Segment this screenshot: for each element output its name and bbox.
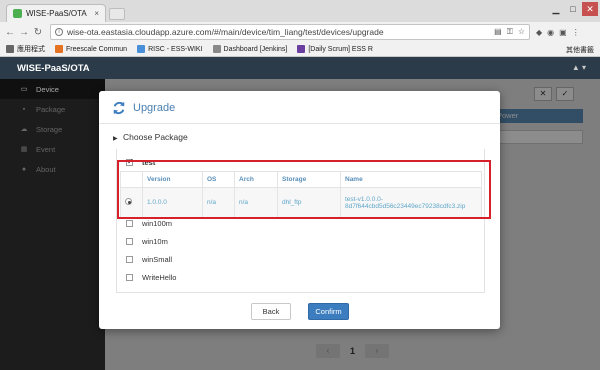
package-checkbox[interactable] — [126, 220, 133, 227]
url-input[interactable]: i wise-ota.eastasia.cloudapp.azure.com/#… — [50, 24, 530, 40]
apps-grid-icon — [6, 45, 14, 53]
refresh-icon — [113, 101, 125, 115]
user-menu-icon[interactable]: ▲ ▾ — [572, 63, 586, 72]
package-item-win10m[interactable]: win10m — [126, 237, 168, 246]
package-name: win100m — [142, 219, 173, 228]
bookmark-apps[interactable]: 應用程式 — [6, 44, 45, 54]
minimize-icon[interactable]: ▁ — [548, 2, 564, 16]
modal-backdrop-sidebar — [0, 79, 105, 370]
package-item-winsmall[interactable]: winSmall — [126, 255, 172, 264]
extension-icon[interactable]: ▣ — [559, 28, 567, 37]
modal-title: Upgrade — [133, 102, 176, 114]
close-window-icon[interactable]: ✕ — [582, 2, 598, 16]
reload-icon[interactable]: ↻ — [32, 27, 44, 38]
other-bookmarks[interactable]: 其他書籤 — [566, 45, 594, 55]
back-button[interactable]: Back — [251, 303, 291, 320]
tab-title: WISE-PaaS/OTA — [26, 9, 87, 18]
bookmark-wiki[interactable]: RISC - ESS-WIKI — [137, 45, 203, 53]
tab-strip: WISE-PaaS/OTA × ▁ □ ✕ — [0, 0, 600, 22]
package-name: winSmall — [142, 255, 173, 264]
key-icon[interactable]: ⚿ — [507, 27, 513, 37]
address-bar: ← → ↻ i wise-ota.eastasia.cloudapp.azure… — [0, 22, 600, 42]
bookmark-scrum[interactable]: [Daily Scrum] ESS R — [297, 45, 373, 53]
browser-tab[interactable]: WISE-PaaS/OTA × — [6, 4, 106, 22]
caret-right-icon: ▶ — [113, 136, 118, 142]
translate-icon[interactable]: ▤ — [494, 27, 502, 37]
package-name: WriteHello — [142, 273, 177, 282]
wiki-icon — [137, 45, 146, 53]
app-topbar: WISE-PaaS/OTA ▲ ▾ — [0, 57, 600, 79]
selection-highlight-box — [117, 160, 491, 219]
package-item-writehello[interactable]: WriteHello — [126, 273, 176, 282]
jenkins-icon — [212, 45, 221, 53]
forward-arrow-icon[interactable]: → — [18, 27, 30, 38]
package-checkbox[interactable] — [126, 256, 133, 263]
new-tab-button[interactable] — [109, 8, 125, 20]
choose-package-label: ▶ Choose Package — [113, 132, 188, 142]
package-item-win100m[interactable]: win100m — [126, 219, 172, 228]
modal-header: Upgrade — [99, 91, 500, 124]
omnibox-actions: ▤ ⚿ ☆ — [494, 27, 525, 37]
bookmark-freescale[interactable]: Freescale Commun — [55, 45, 127, 53]
package-name: win10m — [142, 237, 168, 246]
bookmarks-bar: 應用程式 Freescale Commun RISC - ESS-WIKI Da… — [0, 42, 600, 56]
freescale-icon — [55, 45, 63, 53]
maximize-icon[interactable]: □ — [565, 2, 581, 16]
app-brand: WISE-PaaS/OTA — [17, 63, 90, 74]
extensions-area: ◆ ◉ ▣ ⋮ — [536, 28, 580, 37]
star-icon[interactable]: ☆ — [518, 27, 525, 37]
scrum-icon — [297, 45, 306, 53]
back-arrow-icon[interactable]: ← — [4, 27, 16, 38]
browser-chrome: WISE-PaaS/OTA × ▁ □ ✕ ← → ↻ i wise-ota.e… — [0, 0, 600, 57]
site-info-icon[interactable]: i — [55, 28, 63, 36]
tab-close-icon[interactable]: × — [94, 9, 99, 18]
favicon-icon — [13, 9, 22, 18]
package-checkbox[interactable] — [126, 274, 133, 281]
extension-icon[interactable]: ◉ — [547, 28, 554, 37]
package-checkbox[interactable] — [126, 238, 133, 245]
bookmark-jenkins[interactable]: Dashboard [Jenkins] — [212, 45, 287, 53]
confirm-button[interactable]: Confirm — [308, 303, 349, 320]
extension-icon[interactable]: ◆ — [536, 28, 542, 37]
menu-icon[interactable]: ⋮ — [572, 28, 580, 37]
url-text: wise-ota.eastasia.cloudapp.azure.com/#/m… — [67, 27, 384, 37]
